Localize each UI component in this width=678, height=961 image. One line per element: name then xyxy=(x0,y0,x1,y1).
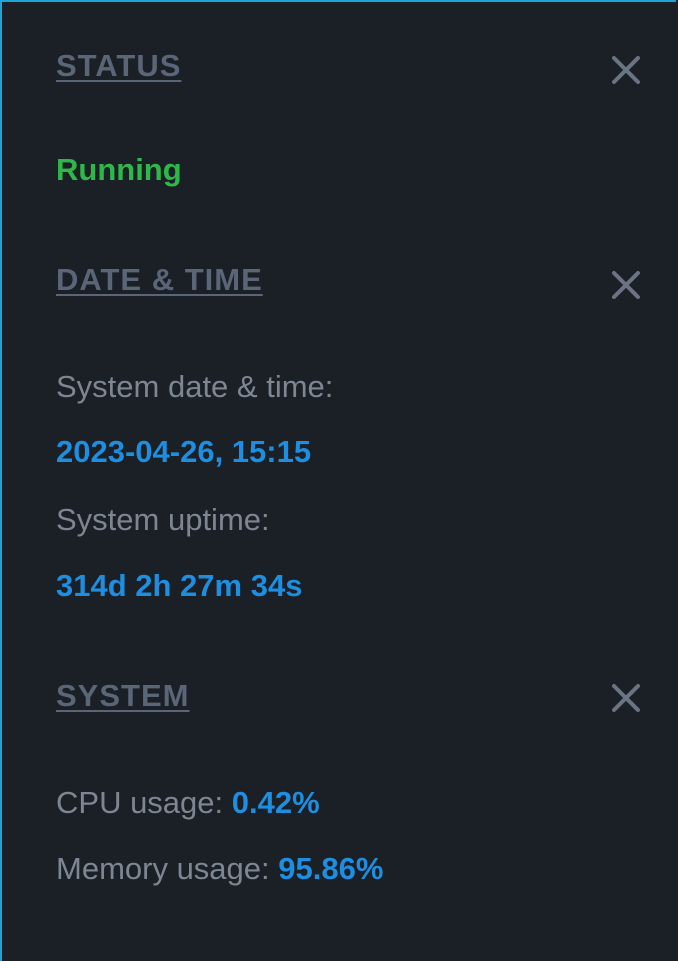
close-icon xyxy=(612,271,640,299)
system-date-label: System date & time: xyxy=(56,369,334,404)
datetime-close-button[interactable] xyxy=(606,265,646,305)
system-date-value: 2023-04-26, 15:15 xyxy=(56,434,312,469)
system-close-button[interactable] xyxy=(606,678,646,718)
datetime-section-title[interactable]: DATE & TIME xyxy=(56,262,263,298)
close-icon xyxy=(612,56,640,84)
widget-panel: STATUS Running DATE & TIME System date &… xyxy=(0,0,676,961)
status-value: Running xyxy=(56,152,182,187)
memory-usage-value: 95.86% xyxy=(278,851,384,886)
close-icon xyxy=(612,684,640,712)
system-section-title[interactable]: SYSTEM xyxy=(56,678,189,714)
system-uptime-value: 314d 2h 27m 34s xyxy=(56,568,303,603)
cpu-usage-row: CPU usage: 0.42% xyxy=(56,785,320,821)
cpu-usage-label: CPU usage: xyxy=(56,785,224,820)
memory-usage-label: Memory usage: xyxy=(56,851,270,886)
memory-usage-row: Memory usage: 95.86% xyxy=(56,851,383,887)
cpu-usage-value: 0.42% xyxy=(231,785,320,820)
system-uptime-label: System uptime: xyxy=(56,502,270,537)
status-close-button[interactable] xyxy=(606,50,646,90)
status-section-title[interactable]: STATUS xyxy=(56,48,181,84)
